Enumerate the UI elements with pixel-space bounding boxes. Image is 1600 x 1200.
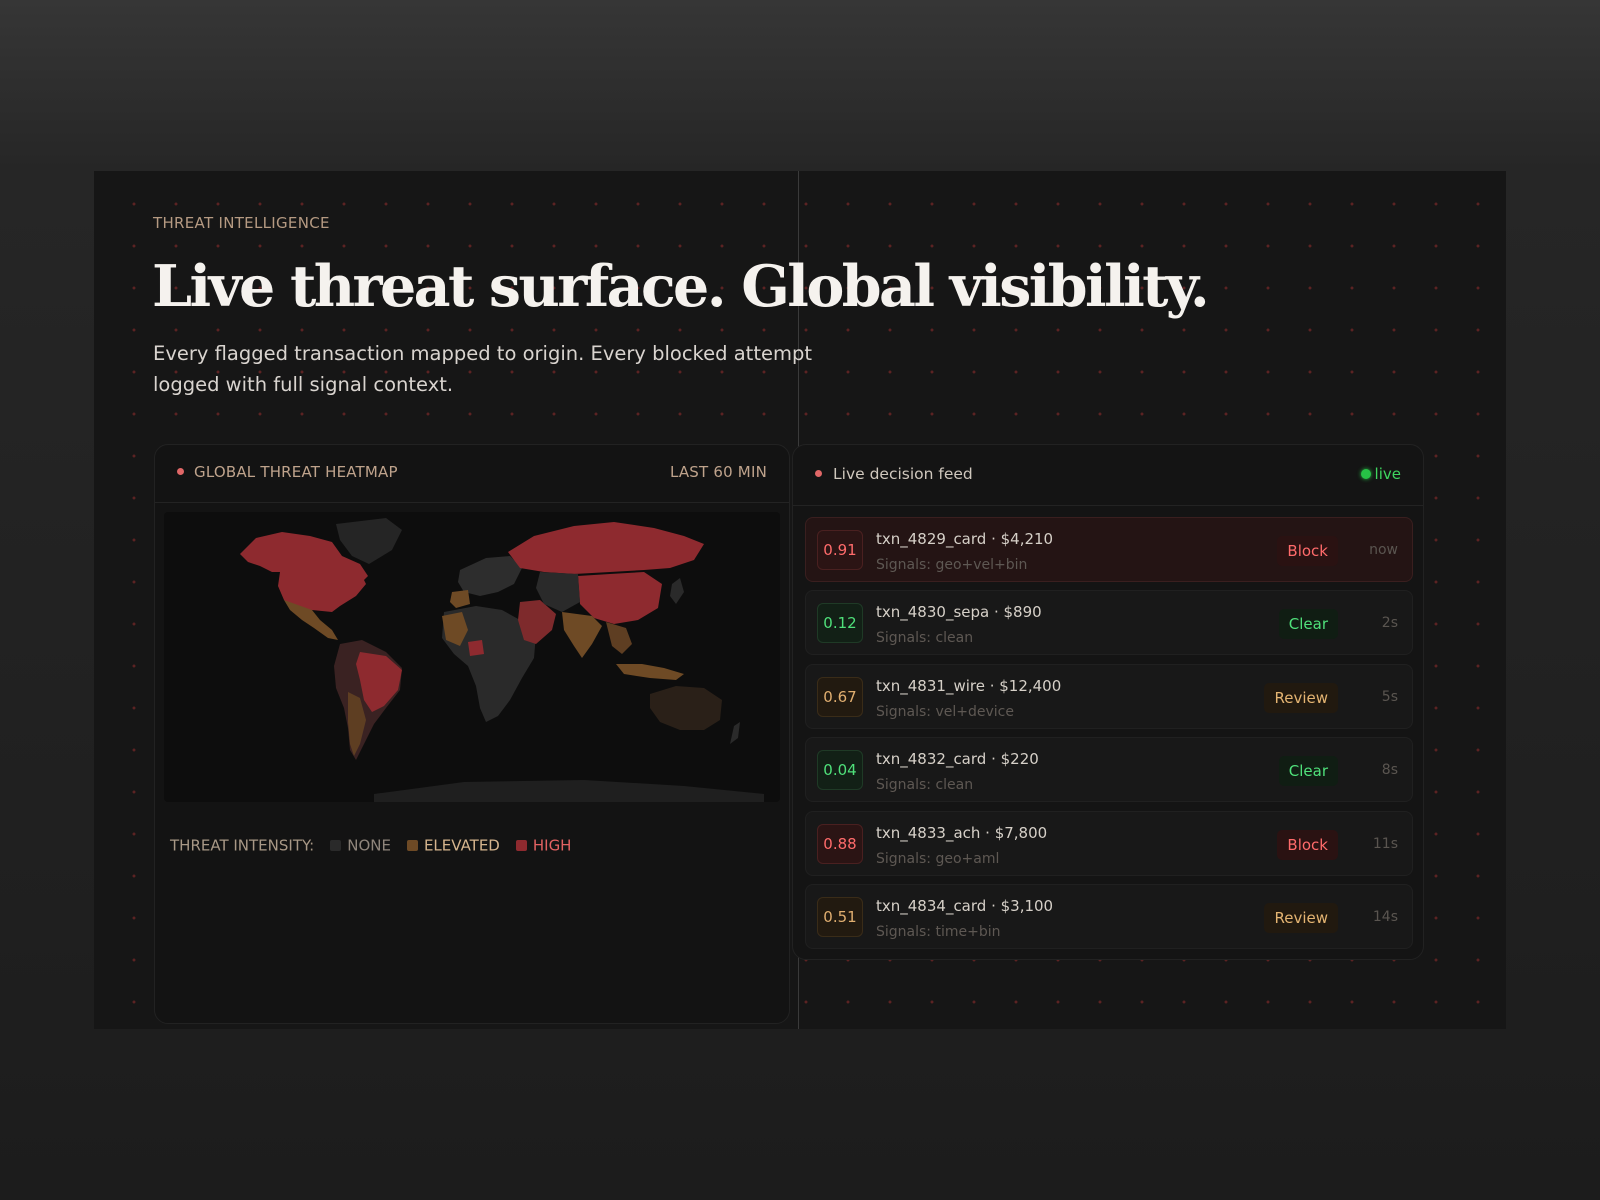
risk-score: 0.88 xyxy=(817,824,863,864)
feed-row[interactable]: 0.67 txn_4831_wire · $12,400 Signals: ve… xyxy=(805,664,1413,729)
region-indonesia xyxy=(616,664,684,680)
section-eyebrow: THREAT INTELLIGENCE xyxy=(153,214,330,232)
status-dot-icon xyxy=(815,470,822,477)
decision-badge[interactable]: Clear xyxy=(1278,609,1338,639)
transaction-signals: Signals: clean xyxy=(876,777,974,793)
region-antarctica xyxy=(374,780,764,802)
region-new-zealand xyxy=(730,722,740,744)
feed-row[interactable]: 0.04 txn_4832_card · $220 Signals: clean… xyxy=(805,737,1413,802)
risk-score: 0.04 xyxy=(817,750,863,790)
risk-score: 0.67 xyxy=(817,677,863,717)
heatmap-panel-header: GLOBAL THREAT HEATMAP LAST 60 MIN xyxy=(155,445,789,503)
legend-high: HIGH xyxy=(532,836,572,855)
decision-feed-header: Live decision feed live xyxy=(793,445,1423,506)
region-greenland xyxy=(336,518,402,564)
decision-badge[interactable]: Clear xyxy=(1278,756,1338,786)
live-label: live xyxy=(1374,465,1401,483)
decision-time: 14s xyxy=(1372,909,1398,925)
risk-score: 0.91 xyxy=(817,530,863,570)
feed-row[interactable]: 0.12 txn_4830_sepa · $890 Signals: clean… xyxy=(805,590,1413,655)
world-map[interactable] xyxy=(164,512,780,802)
risk-score: 0.12 xyxy=(817,603,863,643)
transaction-signals: Signals: geo+aml xyxy=(876,851,1000,867)
feed-row[interactable]: 0.51 txn_4834_card · $3,100 Signals: tim… xyxy=(805,884,1413,949)
page-title: Live threat surface. Global visibility. xyxy=(152,253,1210,320)
decision-badge[interactable]: Review xyxy=(1264,903,1338,933)
decision-feed-panel: Live decision feed live 0.91 txn_4829_ca… xyxy=(792,444,1424,960)
decision-feed-title-text: Live decision feed xyxy=(833,465,973,483)
world-map-graphic xyxy=(240,518,764,802)
transaction-signals: Signals: vel+device xyxy=(876,704,1014,720)
decision-badge[interactable]: Block xyxy=(1277,830,1338,860)
decision-time: now xyxy=(1369,542,1398,558)
region-india xyxy=(562,612,602,658)
legend-label: THREAT INTENSITY: xyxy=(170,836,315,855)
section-subtitle: Every flagged transaction mapped to orig… xyxy=(153,342,812,396)
legend-none-swatch xyxy=(330,840,342,851)
decision-time: 8s xyxy=(1381,762,1398,778)
legend-elevated-swatch xyxy=(406,840,418,851)
transaction-id: txn_4833_ach · $7,800 xyxy=(876,824,1048,842)
decision-time: 5s xyxy=(1381,689,1398,705)
decision-time: 11s xyxy=(1372,836,1398,852)
decision-feed-title: Live decision feed xyxy=(815,465,973,483)
transaction-id: txn_4834_card · $3,100 xyxy=(876,897,1054,915)
decision-time: 2s xyxy=(1381,615,1398,631)
region-nigeria xyxy=(468,640,484,656)
feed-row[interactable]: 0.91 txn_4829_card · $4,210 Signals: geo… xyxy=(805,517,1413,582)
transaction-signals: Signals: geo+vel+bin xyxy=(876,557,1028,573)
transaction-id: txn_4829_card · $4,210 xyxy=(876,530,1054,548)
live-dot-icon xyxy=(1360,469,1371,479)
status-dot-icon xyxy=(177,468,184,475)
threat-intelligence-section: THREAT INTELLIGENCE Live threat surface.… xyxy=(94,171,1506,1029)
region-southeast-asia xyxy=(606,622,632,654)
transaction-id: txn_4831_wire · $12,400 xyxy=(876,677,1062,695)
decision-badge[interactable]: Block xyxy=(1277,536,1338,566)
transaction-id: txn_4832_card · $220 xyxy=(876,750,1039,768)
legend-high-swatch xyxy=(515,840,527,851)
threat-intensity-legend: THREAT INTENSITY: NONE ELEVATED HIGH xyxy=(170,836,571,855)
heatmap-range[interactable]: LAST 60 MIN xyxy=(670,463,767,481)
legend-elevated: ELEVATED xyxy=(423,836,500,855)
region-europe xyxy=(458,556,522,596)
heatmap-title-text: GLOBAL THREAT HEATMAP xyxy=(194,463,398,481)
region-iberia xyxy=(450,590,470,608)
region-russia xyxy=(508,522,704,574)
legend-none: NONE xyxy=(347,836,391,855)
transaction-signals: Signals: time+bin xyxy=(876,924,1001,940)
decision-badge[interactable]: Review xyxy=(1264,683,1338,713)
region-australia xyxy=(650,686,722,730)
heatmap-panel: GLOBAL THREAT HEATMAP LAST 60 MIN THREAT… xyxy=(154,444,790,1024)
heatmap-title: GLOBAL THREAT HEATMAP xyxy=(177,463,398,481)
feed-row[interactable]: 0.88 txn_4833_ach · $7,800 Signals: geo+… xyxy=(805,811,1413,876)
risk-score: 0.51 xyxy=(817,897,863,937)
transaction-id: txn_4830_sepa · $890 xyxy=(876,603,1042,621)
transaction-signals: Signals: clean xyxy=(876,630,974,646)
live-indicator: live xyxy=(1360,465,1401,483)
region-japan xyxy=(670,578,684,604)
